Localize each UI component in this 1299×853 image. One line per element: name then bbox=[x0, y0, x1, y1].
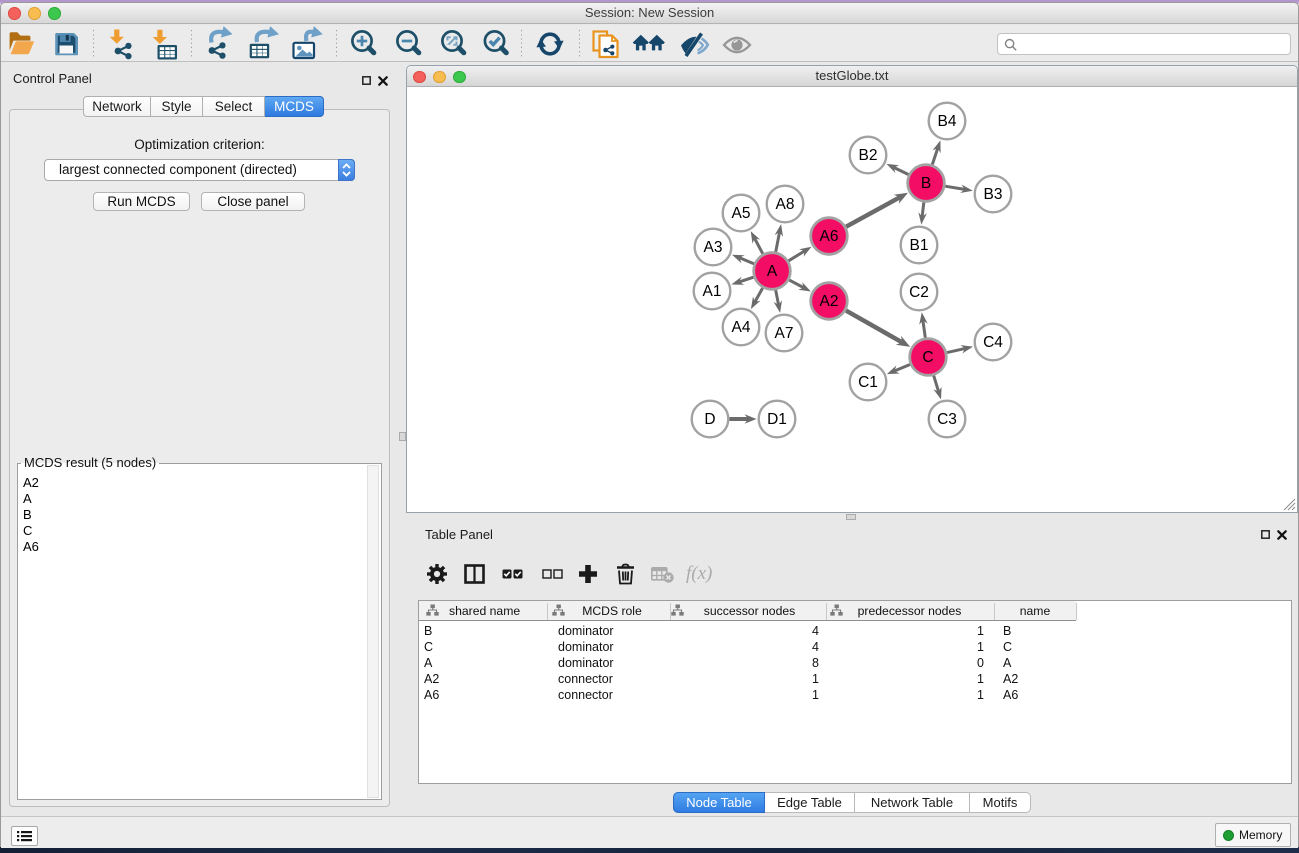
svg-text:D: D bbox=[704, 411, 715, 428]
svg-text:B: B bbox=[921, 175, 931, 192]
svg-text:C: C bbox=[922, 349, 933, 366]
svg-text:B4: B4 bbox=[938, 113, 957, 130]
svg-text:C4: C4 bbox=[983, 334, 1003, 351]
svg-text:A1: A1 bbox=[703, 283, 722, 300]
svg-text:A7: A7 bbox=[775, 325, 794, 342]
svg-text:C1: C1 bbox=[858, 374, 878, 391]
svg-text:A2: A2 bbox=[820, 293, 839, 310]
svg-text:B3: B3 bbox=[984, 186, 1003, 203]
svg-text:A8: A8 bbox=[776, 196, 795, 213]
svg-text:D1: D1 bbox=[767, 411, 787, 428]
svg-text:C2: C2 bbox=[909, 284, 929, 301]
svg-text:A6: A6 bbox=[820, 228, 839, 245]
svg-text:A: A bbox=[767, 263, 778, 280]
svg-text:A4: A4 bbox=[732, 319, 751, 336]
svg-text:B2: B2 bbox=[859, 147, 878, 164]
svg-text:A5: A5 bbox=[732, 205, 751, 222]
svg-text:A3: A3 bbox=[704, 239, 723, 256]
svg-text:C3: C3 bbox=[937, 411, 957, 428]
svg-text:B1: B1 bbox=[910, 237, 929, 254]
